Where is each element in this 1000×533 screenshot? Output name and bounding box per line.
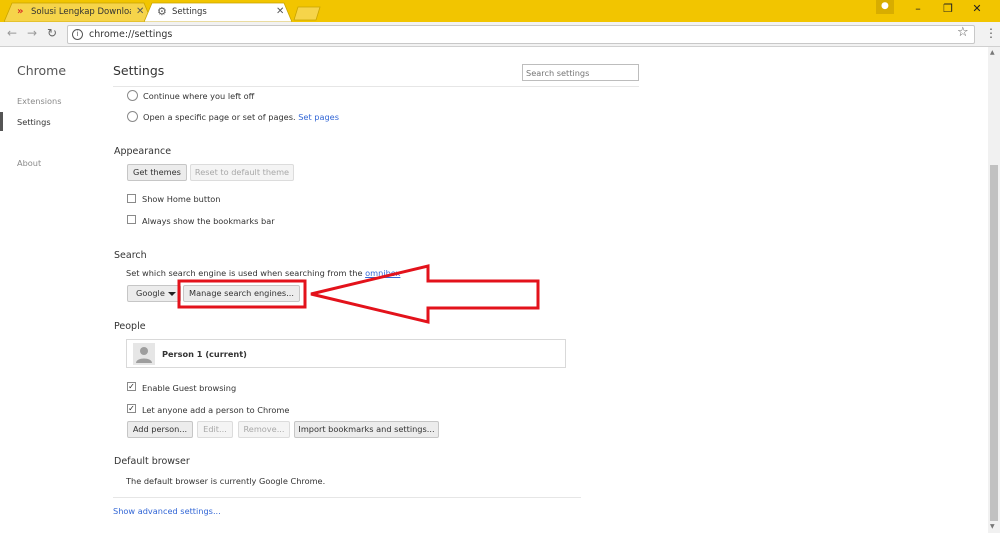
continue-label: Continue where you left off [143, 91, 255, 101]
guest-browsing-checkbox[interactable]: ✓ [127, 382, 136, 391]
search-engine-value: Google [136, 288, 165, 298]
manage-search-engines-button[interactable]: Manage search engines... [183, 285, 300, 302]
radio-continue[interactable] [127, 90, 138, 101]
search-engine-select[interactable]: Google [127, 285, 181, 302]
sidebar-active-marker [0, 112, 3, 131]
tab-solusi[interactable]: » Solusi Lengkap Downloa ✕ [4, 2, 152, 22]
show-home-label: Show Home button [142, 194, 221, 204]
show-advanced-settings-link[interactable]: Show advanced settings... [113, 506, 221, 516]
add-person-label: Let anyone add a person to Chrome [142, 405, 290, 415]
add-person-checkbox[interactable]: ✓ [127, 404, 136, 413]
search-heading: Search [114, 250, 147, 261]
specific-pages-line: Open a specific page or set of pages. Se… [143, 112, 339, 122]
get-themes-button[interactable]: Get themes [127, 164, 187, 181]
sidebar-title: Chrome [17, 63, 67, 78]
sidebar-item-extensions[interactable]: Extensions [17, 96, 61, 106]
add-person-button[interactable]: Add person... [127, 421, 193, 438]
tab-title: Settings [172, 7, 207, 17]
scroll-down-icon[interactable]: ▼ [990, 523, 995, 530]
menu-icon[interactable]: ⋮ [985, 26, 997, 40]
header-divider [113, 86, 639, 87]
import-bookmarks-button[interactable]: Import bookmarks and settings... [294, 421, 439, 438]
guest-browsing-label: Enable Guest browsing [142, 383, 237, 393]
edit-person-button[interactable]: Edit... [197, 421, 233, 438]
sidebar-item-about[interactable]: About [17, 158, 41, 168]
profile-list[interactable]: Person 1 (current) [126, 339, 566, 368]
reset-theme-button[interactable]: Reset to default theme [190, 164, 294, 181]
minimize-icon[interactable]: – [903, 0, 933, 20]
avatar [133, 343, 155, 365]
tab-title: Solusi Lengkap Downloa [31, 7, 131, 17]
annotation-overlay [177, 264, 540, 324]
browser-toolbar: ← → ↻ i chrome://settings [0, 22, 1000, 47]
search-description-text: Set which search engine is used when sea… [126, 268, 363, 278]
default-browser-heading: Default browser [114, 456, 190, 467]
sidebar-item-settings[interactable]: Settings [17, 117, 51, 127]
bookmarks-bar-checkbox[interactable] [127, 215, 136, 224]
title-bar: » Solusi Lengkap Downloa ✕ ⚙ Settings ✕ … [0, 0, 1000, 22]
scroll-thumb[interactable] [990, 165, 998, 521]
info-icon[interactable]: i [72, 29, 83, 40]
scroll-up-icon[interactable]: ▲ [990, 49, 995, 56]
search-settings-input[interactable] [522, 64, 639, 81]
site-favicon-icon: » [17, 6, 24, 17]
remove-person-button[interactable]: Remove... [238, 421, 290, 438]
specific-pages-label: Open a specific page or set of pages. [143, 112, 296, 122]
appearance-heading: Appearance [114, 146, 172, 157]
caret-down-icon [168, 292, 176, 296]
tab-settings[interactable]: ⚙ Settings ✕ [144, 2, 292, 22]
footer-divider [113, 497, 581, 498]
person-icon [136, 347, 152, 363]
forward-icon[interactable]: → [27, 26, 37, 40]
bookmark-star-icon[interactable]: ☆ [957, 25, 969, 40]
page-title: Settings [113, 63, 165, 78]
radio-specific-pages[interactable] [127, 111, 138, 122]
people-heading: People [114, 321, 146, 332]
close-window-icon[interactable]: ✕ [962, 0, 992, 20]
bookmarks-bar-label: Always show the bookmarks bar [142, 216, 275, 226]
profile-name: Person 1 (current) [162, 349, 247, 359]
omnibox-link[interactable]: omnibox [365, 268, 400, 278]
profile-icon[interactable]: ● [876, 0, 894, 14]
page-scrollbar[interactable]: ▲ ▼ [988, 47, 1000, 533]
set-pages-link[interactable]: Set pages [298, 112, 339, 122]
back-icon[interactable]: ← [7, 26, 17, 40]
reload-icon[interactable]: ↻ [47, 26, 57, 40]
gear-icon: ⚙ [157, 5, 167, 18]
url-text: chrome://settings [89, 29, 173, 40]
tab-close-icon[interactable]: ✕ [276, 6, 284, 17]
new-tab-button[interactable] [292, 2, 322, 22]
default-browser-status: The default browser is currently Google … [126, 476, 326, 486]
omnibox[interactable]: i chrome://settings [67, 25, 975, 44]
new-tab-shape [293, 6, 321, 21]
show-home-checkbox[interactable] [127, 194, 136, 203]
restore-icon[interactable]: ❐ [933, 0, 963, 20]
search-description: Set which search engine is used when sea… [126, 268, 400, 278]
